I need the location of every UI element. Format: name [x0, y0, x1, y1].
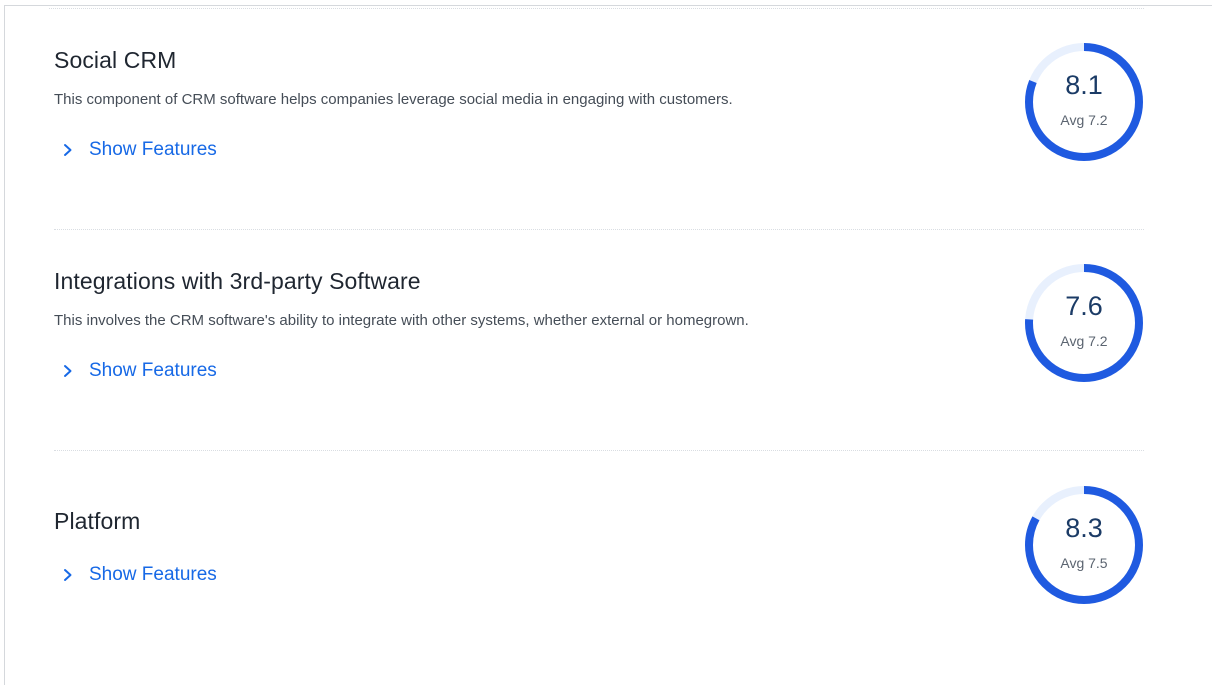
score-value: 8.3: [1065, 513, 1103, 543]
show-features-button[interactable]: Show Features: [54, 138, 1144, 162]
score-value: 7.6: [1065, 291, 1103, 321]
score-ring-graphic: [1025, 264, 1143, 382]
section-title: Platform: [54, 508, 141, 534]
show-features-label: Show Features: [89, 360, 217, 381]
section-description: This involves the CRM software's ability…: [54, 312, 749, 329]
score-ring: 8.3 Avg 7.5: [1022, 483, 1146, 607]
top-divider: [49, 8, 1144, 9]
score-ring: 8.1 Avg 7.2: [1022, 40, 1146, 164]
chevron-right-icon: [57, 139, 79, 161]
show-features-label: Show Features: [89, 564, 217, 585]
average-score: Avg 7.2: [1060, 333, 1108, 349]
score-value: 8.1: [1065, 70, 1103, 100]
average-score: Avg 7.5: [1060, 555, 1108, 571]
score-ring-graphic: [1025, 43, 1143, 161]
rating-section-platform: Platform Show Features: [54, 507, 1144, 587]
average-score: Avg 7.2: [1060, 112, 1108, 128]
show-features-button[interactable]: Show Features: [54, 359, 1144, 383]
score-ring-graphic: [1025, 486, 1143, 604]
rating-section-integrations: Integrations with 3rd-party Software Thi…: [54, 267, 1144, 383]
chevron-right-icon: [57, 360, 79, 382]
feature-ratings-panel: Social CRM This component of CRM softwar…: [4, 5, 1212, 685]
rating-section-social-crm: Social CRM This component of CRM softwar…: [54, 46, 1144, 162]
section-title: Social CRM: [54, 47, 177, 73]
show-features-button[interactable]: Show Features: [54, 563, 1144, 587]
show-features-label: Show Features: [89, 139, 217, 160]
section-divider: [54, 450, 1144, 451]
section-divider: [54, 229, 1144, 230]
section-title: Integrations with 3rd-party Software: [54, 268, 421, 294]
chevron-right-icon: [57, 564, 79, 586]
section-description: This component of CRM software helps com…: [54, 91, 733, 108]
score-ring: 7.6 Avg 7.2: [1022, 261, 1146, 385]
